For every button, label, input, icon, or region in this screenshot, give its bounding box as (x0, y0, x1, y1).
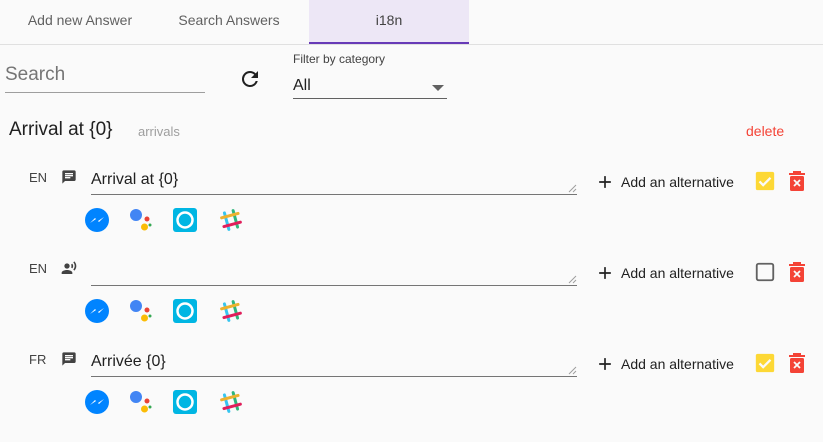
unchecked-checkbox-icon[interactable] (754, 261, 776, 283)
google-assistant-icon[interactable] (129, 390, 153, 414)
filter-select[interactable]: All (293, 75, 447, 99)
resize-handle-icon[interactable] (568, 366, 577, 375)
add-alternative-button[interactable]: Add an alternative (595, 263, 734, 283)
i18n-entry: EN Add an alternative (0, 167, 823, 260)
caret-down-icon (432, 85, 444, 91)
google-assistant-icon[interactable] (129, 208, 153, 232)
plus-icon (599, 176, 611, 188)
answer-title: Arrival at {0} (9, 119, 113, 140)
slack-icon[interactable] (219, 208, 243, 232)
toolbar: Filter by category All (0, 45, 823, 109)
add-alternative-label: Add an alternative (621, 265, 734, 281)
plus-icon (599, 358, 611, 370)
translation-input[interactable] (91, 349, 577, 375)
search-field (5, 59, 205, 93)
messenger-icon[interactable] (85, 299, 109, 323)
add-alternative-button[interactable]: Add an alternative (595, 172, 734, 192)
translation-field (91, 167, 577, 195)
slack-icon[interactable] (219, 299, 243, 323)
filter-label: Filter by category (293, 52, 386, 66)
refresh-icon[interactable] (238, 67, 262, 91)
slack-icon[interactable] (219, 390, 243, 414)
alexa-icon[interactable] (173, 299, 197, 323)
i18n-card: Arrival at {0} arrivals delete EN Add an… (0, 109, 823, 429)
tab-search-answers[interactable]: Search Answers (149, 0, 309, 44)
messenger-icon[interactable] (85, 390, 109, 414)
resize-handle-icon[interactable] (568, 184, 577, 193)
delete-trash-icon[interactable] (788, 262, 806, 282)
add-alternative-button[interactable]: Add an alternative (595, 354, 734, 374)
delete-trash-icon[interactable] (788, 171, 806, 191)
filter-value: All (293, 77, 311, 94)
checked-checkbox-icon[interactable] (754, 352, 776, 374)
translation-field (91, 258, 577, 286)
google-assistant-icon[interactable] (129, 299, 153, 323)
add-alternative-label: Add an alternative (621, 174, 734, 190)
tab-bar: Add new Answer Search Answers i18n (0, 0, 823, 45)
search-input[interactable] (5, 59, 205, 91)
tab-add-new-answer[interactable]: Add new Answer (0, 0, 160, 44)
translation-input[interactable] (91, 258, 577, 284)
add-alternative-label: Add an alternative (621, 356, 734, 372)
chat-icon (62, 170, 76, 184)
delete-trash-icon[interactable] (788, 353, 806, 373)
messenger-icon[interactable] (85, 208, 109, 232)
category-filter[interactable]: Filter by category All (293, 51, 447, 100)
delete-button[interactable]: delete (746, 123, 784, 139)
resize-handle-icon[interactable] (568, 275, 577, 284)
tab-i18n[interactable]: i18n (309, 0, 469, 44)
language-code: EN (29, 170, 48, 185)
translation-input[interactable] (91, 167, 577, 193)
plus-icon (599, 267, 611, 279)
language-code: EN (29, 261, 48, 276)
checked-checkbox-icon[interactable] (754, 170, 776, 192)
i18n-entry: EN Add an alternative (0, 258, 823, 351)
voice-icon (61, 261, 77, 274)
answer-category: arrivals (138, 124, 180, 139)
chat-icon (62, 352, 76, 366)
translation-field (91, 349, 577, 377)
alexa-icon[interactable] (173, 208, 197, 232)
language-code: FR (29, 352, 47, 367)
alexa-icon[interactable] (173, 390, 197, 414)
